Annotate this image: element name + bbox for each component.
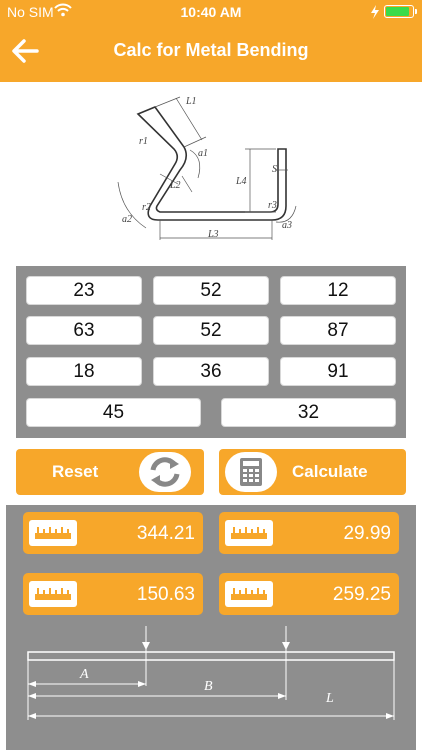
header-bar: No SIM 10:40 AM Calc for Metal Bending <box>0 0 422 82</box>
calculate-button[interactable]: Calculate <box>219 449 406 495</box>
status-time: 10:40 AM <box>180 4 242 20</box>
dim-label-b: B <box>204 679 213 694</box>
inputs-panel: 23 52 12 63 52 87 18 36 91 45 32 <box>16 266 406 438</box>
reset-button[interactable]: Reset <box>16 449 204 495</box>
label-r2: r2 <box>142 202 151 213</box>
reset-icon-circle <box>139 452 191 492</box>
result-4: 259.25 <box>219 573 399 615</box>
input-l1[interactable]: 23 <box>26 276 142 305</box>
calculate-label: Calculate <box>292 462 368 481</box>
label-l4: L4 <box>235 176 247 187</box>
label-r3: r3 <box>268 200 277 211</box>
calculator-icon <box>240 458 262 486</box>
app: No SIM 10:40 AM Calc for Metal Bending L… <box>0 0 422 750</box>
dim-label-l: L <box>325 691 334 706</box>
ruler-icon <box>225 520 273 546</box>
input-l2[interactable]: 52 <box>153 276 269 305</box>
page-title: Calc for Metal Bending <box>113 40 309 60</box>
input-a3[interactable]: 45 <box>26 398 201 427</box>
charging-icon <box>371 5 379 19</box>
label-a1: a1 <box>198 148 208 159</box>
reset-label: Reset <box>52 462 99 481</box>
ruler-icon <box>225 581 273 607</box>
label-a2: a2 <box>122 214 132 225</box>
flat-length-drawing: A B L <box>27 626 395 720</box>
refresh-icon <box>150 457 180 487</box>
input-r2[interactable]: 87 <box>280 316 396 345</box>
dim-label-a: A <box>79 667 89 682</box>
status-bar: No SIM 10:40 AM <box>0 0 422 24</box>
result-1-value: 344.21 <box>136 523 195 544</box>
label-l1: L1 <box>185 96 197 107</box>
result-4-value: 259.25 <box>332 584 391 605</box>
calculator-icon-circle <box>225 452 277 492</box>
result-1: 344.21 <box>23 512 203 554</box>
input-l4[interactable]: 63 <box>26 316 142 345</box>
input-a2[interactable]: 91 <box>280 357 396 386</box>
ruler-icon <box>29 581 77 607</box>
battery-icon <box>384 5 417 18</box>
label-l2: L2 <box>169 180 181 191</box>
input-l3[interactable]: 12 <box>280 276 396 305</box>
label-r1: r1 <box>139 136 148 147</box>
input-a1[interactable]: 36 <box>153 357 269 386</box>
result-3: 150.63 <box>23 573 203 615</box>
ruler-icon <box>29 520 77 546</box>
result-2-value: 29.99 <box>343 523 391 544</box>
label-l3: L3 <box>207 229 219 240</box>
result-3-value: 150.63 <box>136 584 195 605</box>
label-a3: a3 <box>282 220 292 231</box>
bending-diagram: L1 a1 r1 L2 r2 a2 L3 L4 S r3 a3 <box>117 96 297 240</box>
input-r3[interactable]: 18 <box>26 357 142 386</box>
input-s[interactable]: 32 <box>221 398 396 427</box>
input-r1[interactable]: 52 <box>153 316 269 345</box>
result-2: 29.99 <box>219 512 399 554</box>
label-s: S <box>272 164 277 175</box>
